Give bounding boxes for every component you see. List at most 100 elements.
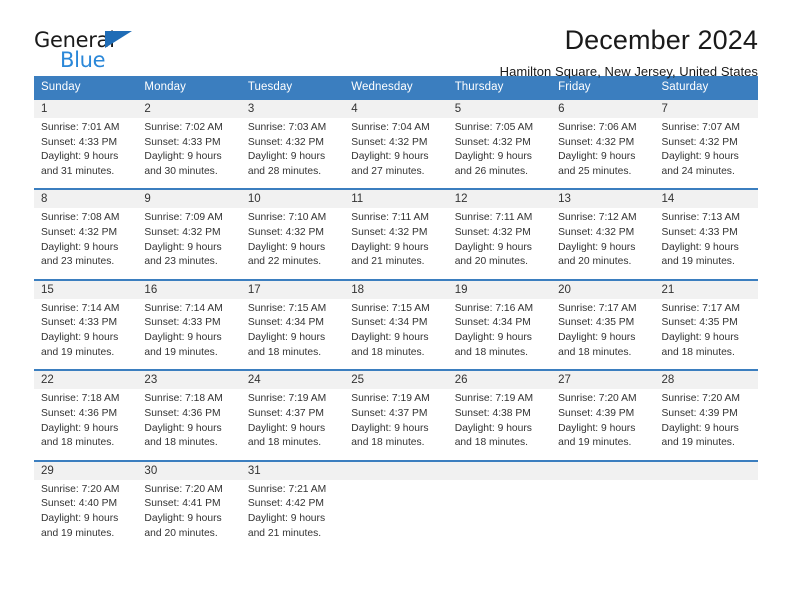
week-4-number-row: 22 23 24 25 26 27 28 — [34, 369, 758, 390]
day-cell: Sunrise: 7:13 AM Sunset: 4:33 PM Dayligh… — [654, 208, 758, 280]
page-subtitle: Hamilton Square, New Jersey, United Stat… — [499, 63, 758, 79]
sunrise-text: Sunrise: 7:18 AM — [41, 393, 120, 405]
sunrise-text: Sunrise: 7:05 AM — [454, 122, 534, 133]
sunset-text: Sunset: 4:32 PM — [41, 227, 118, 239]
daylight-text-line2: and 18 minutes. — [247, 437, 322, 449]
daylight-text-line2: and 22 minutes. — [247, 256, 322, 268]
page-title: December 2024 — [564, 25, 758, 55]
sunset-text: Sunset: 4:32 PM — [454, 227, 531, 239]
day-number[interactable]: 29 — [34, 459, 138, 480]
daylight-text-line1: Daylight: 9 hours — [351, 332, 429, 344]
day-cell: Sunrise: 7:20 AM Sunset: 4:39 PM Dayligh… — [654, 389, 758, 461]
daylight-text-line1: Daylight: 9 hours — [41, 422, 119, 434]
daylight-text-line1: Daylight: 9 hours — [454, 332, 532, 344]
day-number[interactable]: 15 — [34, 278, 138, 299]
daylight-text-line1: Daylight: 9 hours — [454, 241, 532, 253]
daylight-text-line2: and 18 minutes. — [41, 437, 115, 449]
day-cell-empty — [344, 479, 448, 551]
calendar-page: General Blue December 2024 Hamilton Squa… — [0, 0, 792, 612]
sunset-text: Sunset: 4:32 PM — [351, 227, 428, 239]
daylight-text-line1: Daylight: 9 hours — [144, 332, 222, 344]
sunset-text: Sunset: 4:33 PM — [41, 136, 118, 148]
day-number[interactable]: 27 — [551, 369, 655, 390]
logo-triangle-icon — [105, 31, 132, 48]
day-number[interactable]: 5 — [447, 98, 552, 118]
daylight-text-line2: and 18 minutes. — [454, 437, 528, 449]
day-cell: Sunrise: 7:19 AM Sunset: 4:37 PM Dayligh… — [240, 389, 345, 461]
day-number[interactable]: 1 — [34, 98, 138, 118]
daylight-text-line2: and 19 minutes. — [41, 346, 115, 358]
weekday-header-row: Sunday Monday Tuesday Wednesday Thursday… — [34, 76, 758, 99]
day-number[interactable]: 26 — [447, 369, 552, 390]
sunset-text: Sunset: 4:35 PM — [558, 317, 635, 329]
day-number[interactable]: 17 — [240, 278, 345, 299]
sunset-text: Sunset: 4:42 PM — [247, 498, 324, 510]
day-number[interactable]: 24 — [240, 369, 345, 390]
daylight-text-line1: Daylight: 9 hours — [661, 332, 739, 344]
day-number[interactable]: 25 — [344, 369, 448, 390]
day-number[interactable]: 18 — [344, 278, 448, 299]
day-number[interactable]: 22 — [34, 369, 138, 390]
day-number[interactable]: 16 — [137, 278, 241, 299]
sunset-text: Sunset: 4:32 PM — [661, 136, 738, 148]
weekday-header-monday: Monday — [137, 76, 241, 99]
day-cell: Sunrise: 7:17 AM Sunset: 4:35 PM Dayligh… — [654, 298, 758, 371]
sunrise-text: Sunrise: 7:18 AM — [144, 393, 223, 405]
day-number[interactable]: 6 — [551, 98, 655, 118]
sunrise-text: Sunrise: 7:04 AM — [351, 122, 430, 133]
sunrise-text: Sunrise: 7:20 AM — [144, 483, 223, 495]
sunrise-text: Sunrise: 7:09 AM — [144, 212, 223, 224]
sunset-text: Sunset: 4:34 PM — [351, 317, 428, 329]
daylight-text-line2: and 23 minutes. — [41, 256, 115, 268]
daylight-text-line1: Daylight: 9 hours — [144, 422, 222, 434]
week-2-info-row: Sunrise: 7:08 AM Sunset: 4:32 PM Dayligh… — [34, 208, 758, 280]
day-number[interactable]: 23 — [137, 369, 241, 390]
day-number[interactable]: 2 — [137, 98, 241, 118]
sunset-text: Sunset: 4:33 PM — [144, 136, 221, 148]
day-number[interactable]: 7 — [654, 98, 758, 118]
day-number[interactable]: 10 — [240, 188, 345, 209]
day-cell: Sunrise: 7:21 AM Sunset: 4:42 PM Dayligh… — [240, 479, 345, 551]
day-number[interactable]: 28 — [654, 369, 758, 390]
day-number[interactable]: 11 — [344, 188, 448, 209]
day-number[interactable]: 19 — [447, 278, 552, 299]
day-cell-empty — [447, 479, 552, 551]
sunset-text: Sunset: 4:32 PM — [247, 227, 324, 239]
day-number[interactable]: 14 — [654, 188, 758, 209]
daylight-text-line2: and 19 minutes. — [41, 527, 115, 539]
day-cell: Sunrise: 7:14 AM Sunset: 4:33 PM Dayligh… — [34, 298, 138, 371]
day-cell: Sunrise: 7:11 AM Sunset: 4:32 PM Dayligh… — [344, 208, 448, 280]
sunrise-text: Sunrise: 7:19 AM — [351, 393, 430, 405]
day-number[interactable]: 4 — [344, 98, 448, 118]
day-number[interactable]: 12 — [447, 188, 552, 209]
sunrise-sunset-calendar: Sunday Monday Tuesday Wednesday Thursday… — [34, 76, 758, 551]
daylight-text-line2: and 23 minutes. — [144, 256, 218, 268]
sunrise-text: Sunrise: 7:08 AM — [41, 212, 120, 224]
week-5-number-row: 29 30 31 — [34, 459, 758, 480]
week-4-info-row: Sunrise: 7:18 AM Sunset: 4:36 PM Dayligh… — [34, 389, 758, 461]
daylight-text-line2: and 19 minutes. — [144, 346, 218, 358]
day-number[interactable]: 30 — [137, 459, 241, 480]
day-number[interactable]: 8 — [34, 188, 138, 209]
sunrise-text: Sunrise: 7:21 AM — [247, 483, 327, 495]
day-cell: Sunrise: 7:06 AM Sunset: 4:32 PM Dayligh… — [551, 118, 655, 190]
day-number[interactable]: 13 — [551, 188, 655, 209]
weekday-header-tuesday: Tuesday — [240, 76, 345, 99]
sunset-text: Sunset: 4:34 PM — [247, 317, 324, 329]
daylight-text-line1: Daylight: 9 hours — [558, 241, 636, 253]
sunset-text: Sunset: 4:36 PM — [41, 407, 118, 419]
day-number[interactable]: 21 — [654, 278, 758, 299]
day-number[interactable]: 3 — [240, 98, 345, 118]
sunrise-text: Sunrise: 7:03 AM — [247, 122, 327, 133]
sunrise-text: Sunrise: 7:20 AM — [558, 393, 637, 405]
day-number[interactable]: 9 — [137, 188, 241, 209]
day-number-empty — [654, 459, 758, 480]
day-number[interactable]: 20 — [551, 278, 655, 299]
week-3-number-row: 15 16 17 18 19 20 21 — [34, 278, 758, 299]
daylight-text-line2: and 30 minutes. — [144, 165, 218, 177]
daylight-text-line2: and 18 minutes. — [661, 346, 735, 358]
day-number[interactable]: 31 — [240, 459, 345, 480]
daylight-text-line1: Daylight: 9 hours — [454, 422, 532, 434]
day-cell-empty — [654, 479, 758, 551]
daylight-text-line1: Daylight: 9 hours — [351, 151, 429, 163]
